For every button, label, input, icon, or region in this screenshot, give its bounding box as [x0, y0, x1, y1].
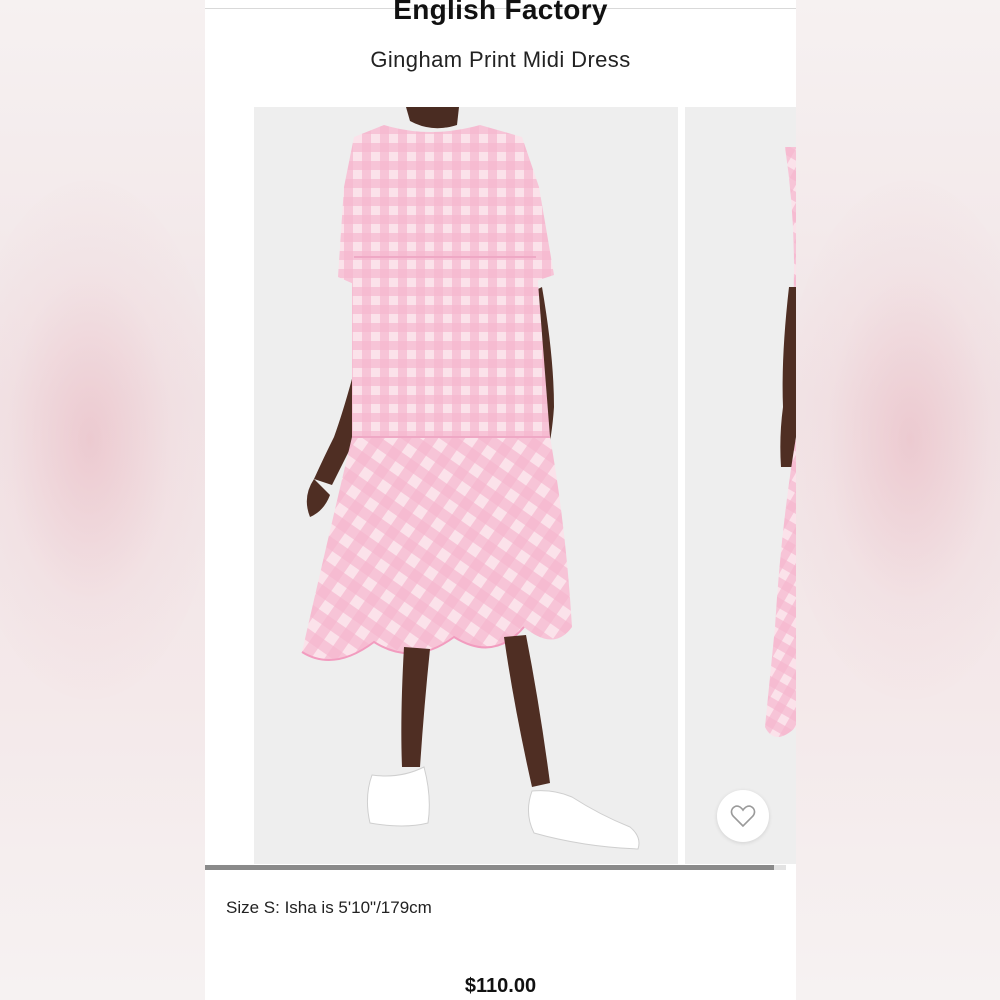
product-title: Gingham Print Midi Dress	[370, 47, 631, 72]
wishlist-button[interactable]	[717, 790, 769, 842]
brand-name[interactable]: English Factory	[205, 0, 796, 26]
product-price: $110.00	[464, 975, 537, 997]
product-photo-front[interactable]	[254, 107, 678, 864]
heart-outline-icon	[730, 805, 756, 828]
model-size-note: Size S: Isha is 5'10"/179cm	[226, 898, 432, 917]
carousel-progress-bar	[205, 865, 786, 870]
product-photo-side[interactable]	[685, 107, 796, 864]
image-carousel[interactable]	[254, 107, 796, 864]
product-page: English Factory Gingham Print Midi Dress	[205, 0, 796, 1000]
carousel-progress-fill	[205, 865, 775, 870]
dress-illustration	[254, 107, 678, 864]
dress-illustration-side	[685, 107, 796, 864]
